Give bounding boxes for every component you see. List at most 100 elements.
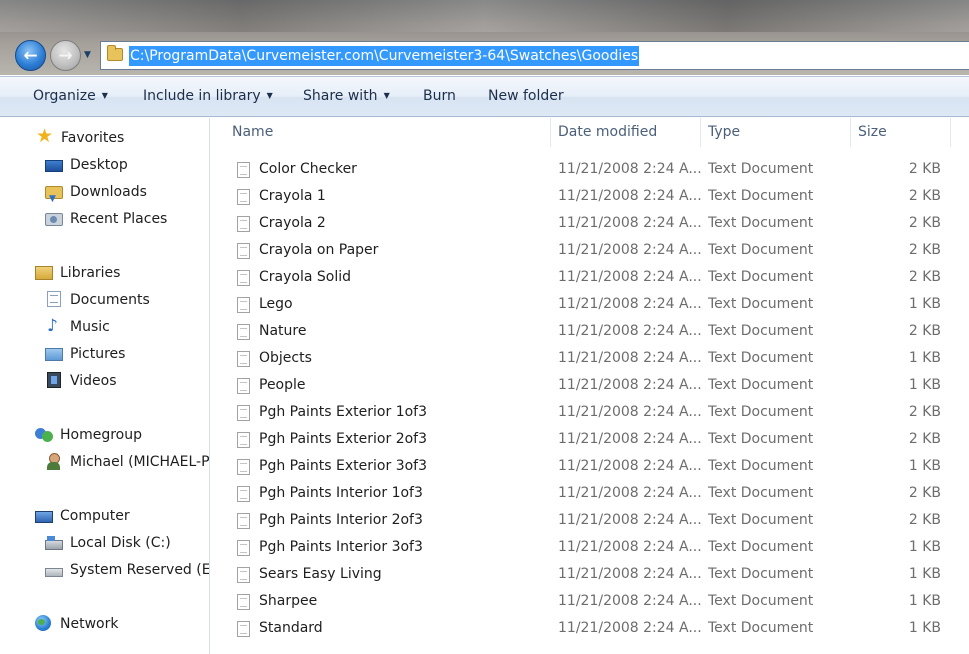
- column-divider[interactable]: [700, 118, 701, 147]
- sidebar-item-label: Desktop: [70, 157, 128, 173]
- table-row[interactable]: Crayola Solid 11/21/2008 2:24 A... Text Do…: [211, 265, 969, 292]
- address-bar[interactable]: C:\ProgramData\Curvemeister.com\Curvemei…: [100, 41, 969, 70]
- column-divider[interactable]: [850, 118, 851, 147]
- column-header-row: ^ Name Date modified Type Size: [211, 118, 969, 147]
- sidebar-item-network[interactable]: Network: [35, 613, 118, 635]
- navigation-pane: Favorites Desktop Downloads Recent Place…: [0, 118, 210, 654]
- file-size: 2 KB: [908, 512, 941, 528]
- file-type: Text Document: [708, 350, 814, 366]
- table-row[interactable]: Color Checker 11/21/2008 2:24 A... Text Do…: [211, 157, 969, 184]
- table-row[interactable]: Crayola 1 11/21/2008 2:24 A... Text Docume…: [211, 184, 969, 211]
- file-date-modified: 11/21/2008 2:24 A...: [558, 620, 702, 636]
- file-type: Text Document: [708, 404, 814, 420]
- desktop-icon: [45, 160, 63, 172]
- sort-ascending-icon: ^: [381, 118, 389, 123]
- file-date-modified: 11/21/2008 2:24 A...: [558, 593, 702, 609]
- column-divider[interactable]: [550, 118, 551, 147]
- sidebar-item-label: Videos: [70, 373, 117, 389]
- file-name: Pgh Paints Exterior 3of3: [259, 458, 427, 474]
- table-row[interactable]: Crayola on Paper 11/21/2008 2:24 A... Text…: [211, 238, 969, 265]
- sidebar-item-pictures[interactable]: Pictures: [45, 343, 125, 365]
- back-button[interactable]: ←: [15, 40, 46, 71]
- file-type: Text Document: [708, 566, 814, 582]
- sidebar-item-label: System Reserved (E:): [70, 562, 210, 578]
- table-row[interactable]: Sharpee 11/21/2008 2:24 A... Text Document…: [211, 589, 969, 616]
- text-document-icon: [237, 351, 250, 367]
- column-divider[interactable]: [950, 118, 951, 147]
- new-folder-button[interactable]: New folder: [488, 88, 564, 104]
- table-row[interactable]: Objects 11/21/2008 2:24 A... Text Document…: [211, 346, 969, 373]
- table-row[interactable]: Standard 11/21/2008 2:24 A... Text Documen…: [211, 616, 969, 643]
- table-row[interactable]: Sears Easy Living 11/21/2008 2:24 A... Tex…: [211, 562, 969, 589]
- recent-places-icon: [45, 213, 63, 226]
- file-date-modified: 11/21/2008 2:24 A...: [558, 539, 702, 555]
- table-row[interactable]: People 11/21/2008 2:24 A... Text Document 1…: [211, 373, 969, 400]
- videos-icon: [47, 372, 61, 388]
- table-row[interactable]: Pgh Paints Interior 1of3 11/21/2008 2:24 …: [211, 481, 969, 508]
- file-name: Crayola Solid: [259, 269, 351, 285]
- forward-button[interactable]: →: [50, 40, 81, 71]
- table-row[interactable]: Pgh Paints Exterior 1of3 11/21/2008 2:24 …: [211, 400, 969, 427]
- file-size: 2 KB: [908, 242, 941, 258]
- chevron-down-icon: ▼: [101, 91, 108, 100]
- sidebar-item-downloads[interactable]: Downloads: [45, 181, 147, 210]
- column-header-name[interactable]: Name: [232, 124, 273, 140]
- pictures-icon: [45, 348, 63, 361]
- sidebar-item-music[interactable]: Music: [45, 315, 110, 338]
- file-date-modified: 11/21/2008 2:24 A...: [558, 485, 702, 501]
- text-document-icon: [237, 405, 250, 421]
- file-name: Crayola on Paper: [259, 242, 379, 258]
- sidebar-item-recent-places[interactable]: Recent Places: [45, 208, 167, 230]
- file-date-modified: 11/21/2008 2:24 A...: [558, 296, 702, 312]
- table-row[interactable]: Pgh Paints Interior 2of3 11/21/2008 2:24 …: [211, 508, 969, 535]
- include-in-library-menu[interactable]: Include in library ▼: [143, 88, 273, 104]
- sidebar-item-libraries[interactable]: Libraries: [35, 262, 120, 284]
- table-row[interactable]: Pgh Paints Exterior 3of3 11/21/2008 2:24 …: [211, 454, 969, 481]
- column-header-date-modified[interactable]: Date modified: [558, 124, 657, 140]
- sidebar-item-desktop[interactable]: Desktop: [45, 154, 128, 176]
- chevron-down-icon: ▼: [383, 91, 390, 100]
- file-type: Text Document: [708, 377, 814, 393]
- chevron-down-icon: ▼: [266, 91, 273, 100]
- file-name: Pgh Paints Interior 3of3: [259, 539, 423, 555]
- sidebar-item-videos[interactable]: Videos: [45, 370, 117, 392]
- file-type: Text Document: [708, 296, 814, 312]
- sidebar-item-label: Pictures: [70, 346, 126, 362]
- sidebar-item-computer[interactable]: Computer: [35, 505, 130, 527]
- sidebar-item-user[interactable]: Michael (MICHAEL-P: [45, 451, 209, 473]
- sidebar-item-documents[interactable]: Documents: [45, 289, 150, 311]
- table-row[interactable]: Nature 11/21/2008 2:24 A... Text Document 2…: [211, 319, 969, 346]
- text-document-icon: [237, 270, 250, 286]
- table-row[interactable]: Lego 11/21/2008 2:24 A... Text Document 1 K…: [211, 292, 969, 319]
- file-name: Standard: [259, 620, 323, 636]
- file-date-modified: 11/21/2008 2:24 A...: [558, 404, 702, 420]
- network-icon: [35, 615, 53, 631]
- file-type: Text Document: [708, 215, 814, 231]
- address-path-selected[interactable]: C:\ProgramData\Curvemeister.com\Curvemei…: [129, 46, 640, 66]
- table-row[interactable]: Pgh Paints Interior 3of3 11/21/2008 2:24 …: [211, 535, 969, 562]
- sidebar-item-system-reserved[interactable]: System Reserved (E:): [45, 559, 210, 581]
- text-document-icon: [237, 189, 250, 205]
- file-type: Text Document: [708, 161, 814, 177]
- table-row[interactable]: Pgh Paints Exterior 2of3 11/21/2008 2:24 …: [211, 427, 969, 454]
- file-name: Color Checker: [259, 161, 357, 177]
- burn-button[interactable]: Burn: [423, 88, 456, 104]
- file-size: 2 KB: [908, 404, 941, 420]
- column-header-size[interactable]: Size: [858, 124, 887, 140]
- sidebar-item-homegroup[interactable]: Homegroup: [35, 424, 142, 446]
- file-size: 2 KB: [908, 269, 941, 285]
- command-bar: Organize ▼ Include in library ▼ Share with…: [0, 76, 969, 117]
- file-type: Text Document: [708, 593, 814, 609]
- text-document-icon: [237, 459, 250, 475]
- organize-menu[interactable]: Organize ▼: [33, 88, 108, 104]
- sidebar-item-local-disk[interactable]: Local Disk (C:): [45, 532, 171, 554]
- file-name: Lego: [259, 296, 293, 312]
- share-with-menu[interactable]: Share with ▼: [303, 88, 390, 104]
- include-in-library-label: Include in library: [143, 88, 261, 104]
- file-name: Objects: [259, 350, 312, 366]
- table-row[interactable]: Crayola 2 11/21/2008 2:24 A... Text Docume…: [211, 211, 969, 238]
- text-document-icon: [237, 513, 250, 529]
- recent-pages-dropdown[interactable]: ▼: [84, 50, 91, 60]
- column-header-type[interactable]: Type: [708, 124, 740, 140]
- sidebar-item-favorites[interactable]: Favorites: [36, 125, 124, 149]
